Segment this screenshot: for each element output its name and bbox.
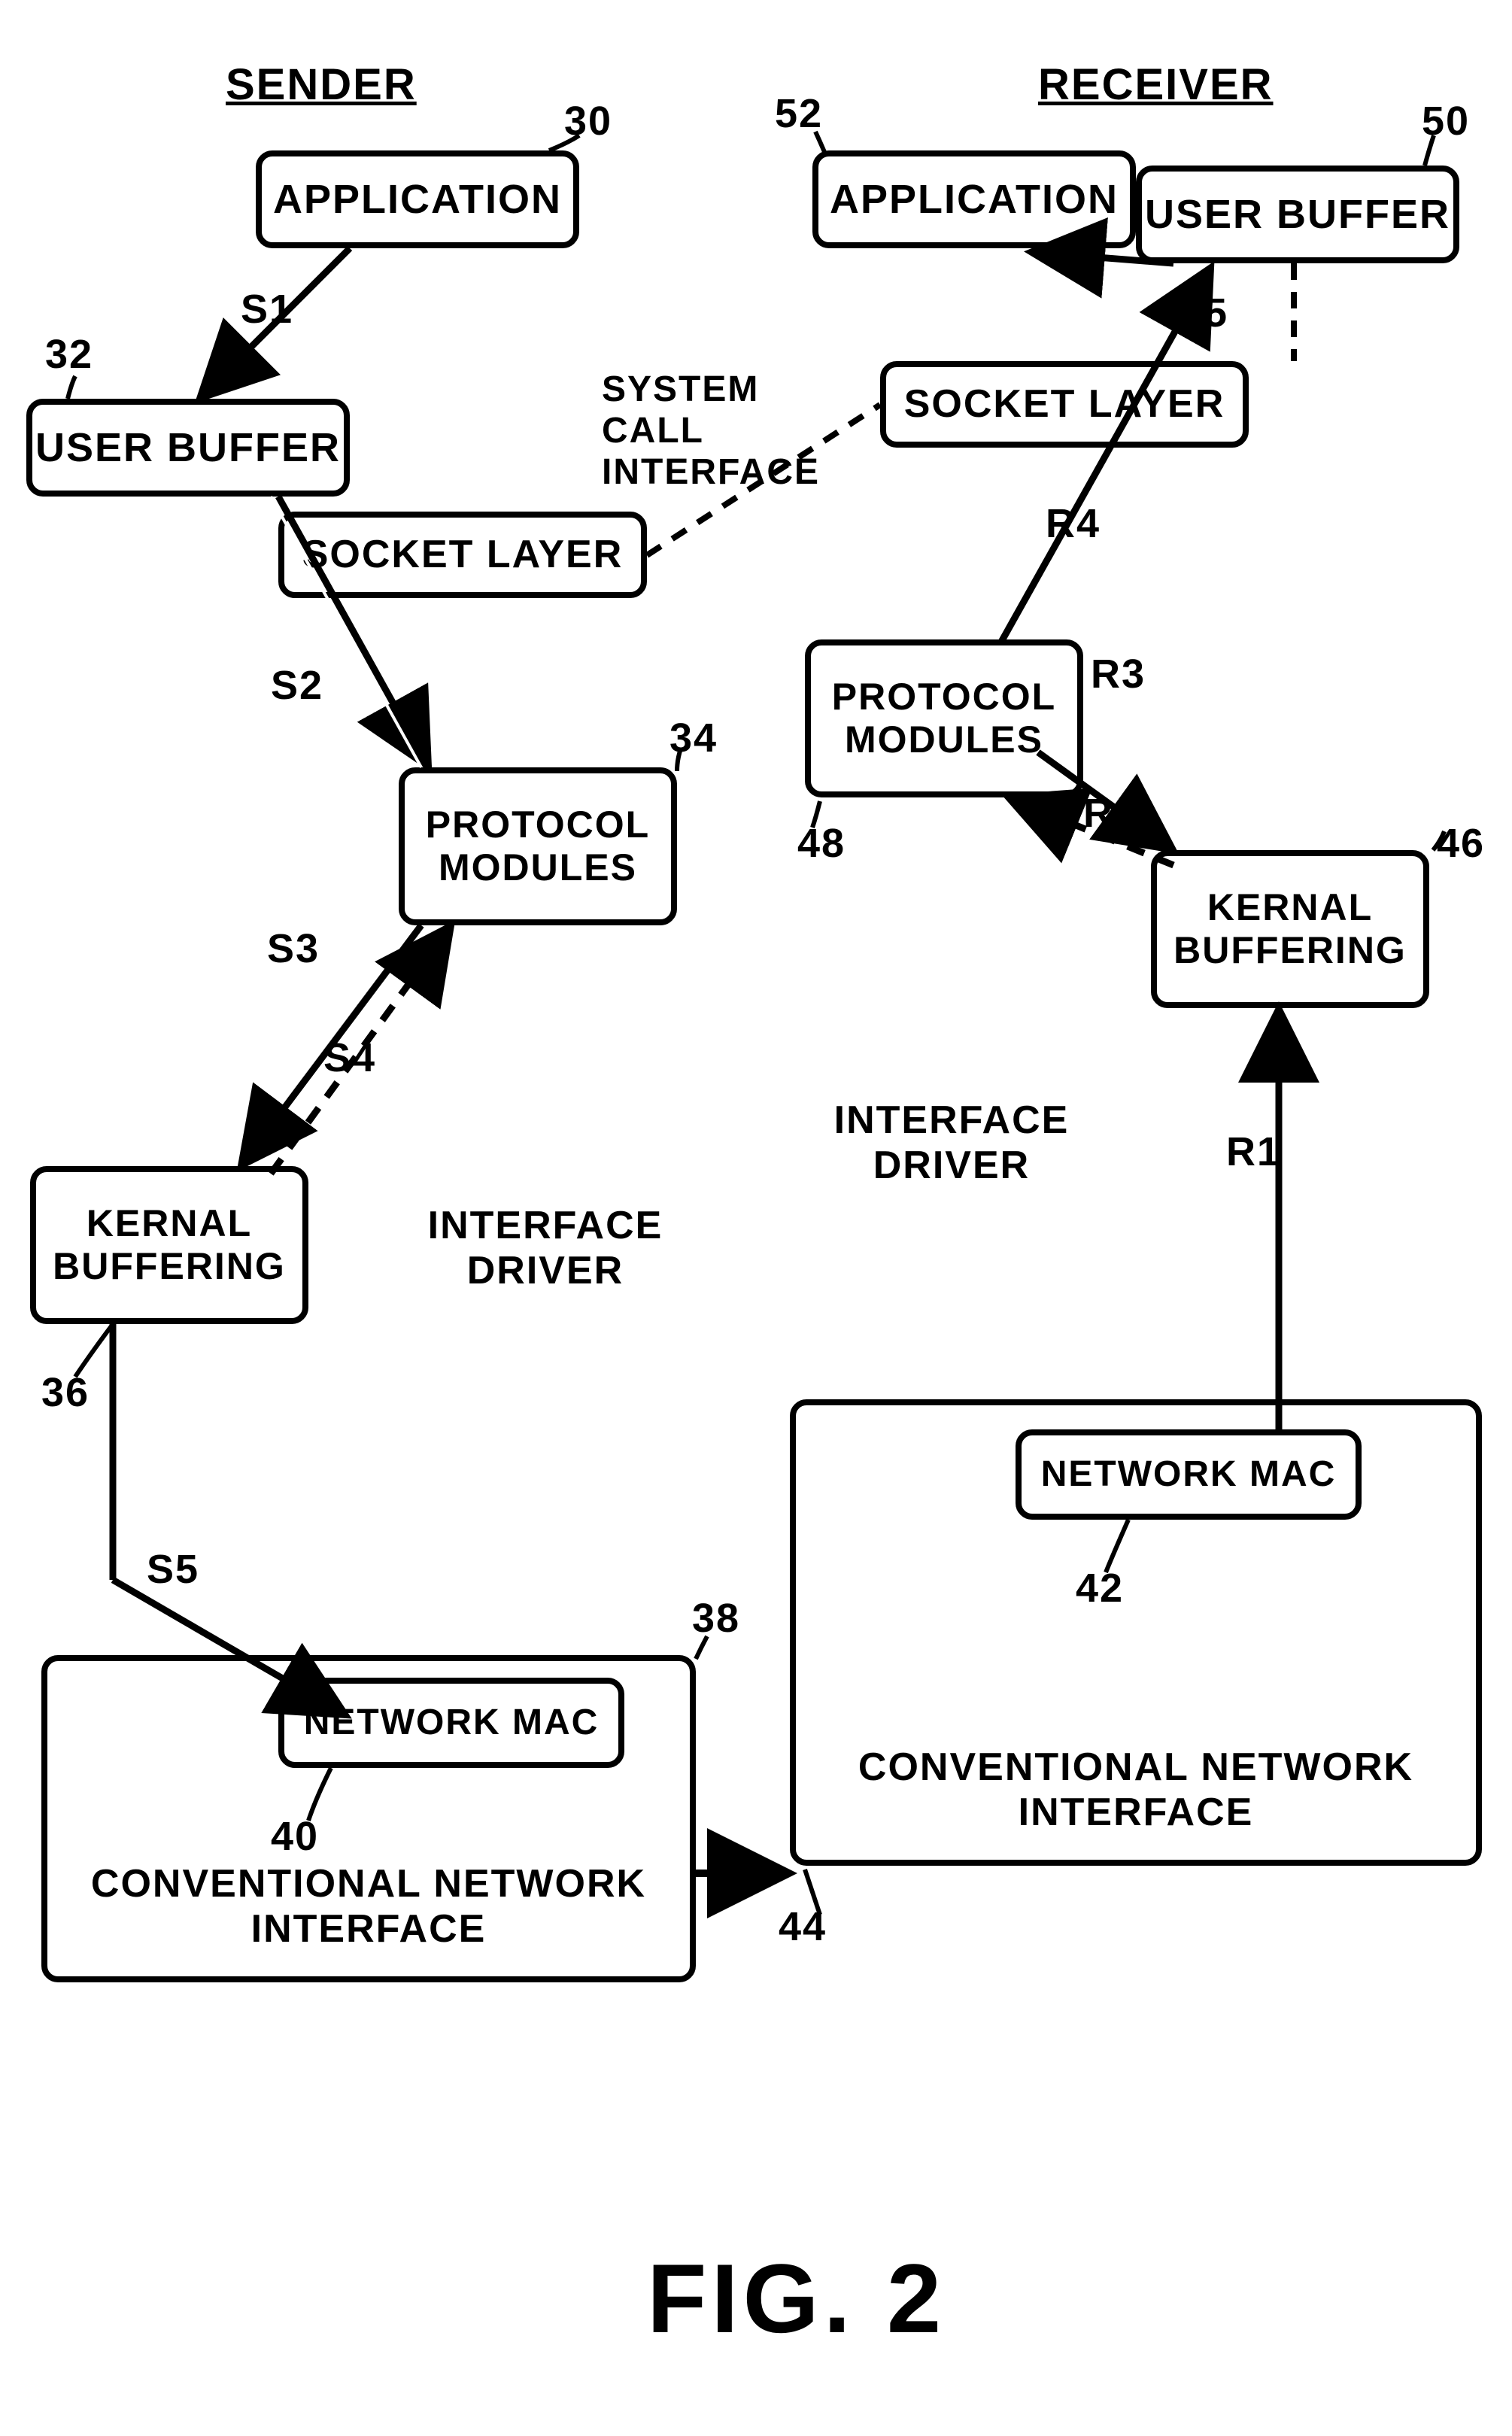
sender-protocol-l1: PROTOCOL [426,803,650,846]
system-call-interface-label: SYSTEM CALL INTERFACE [602,369,918,494]
r5-label: R5 [1173,290,1228,336]
r3-label: R3 [1091,651,1146,697]
s3-label: S3 [267,925,320,972]
ref-36: 36 [41,1369,90,1416]
sci-l1: SYSTEM [602,369,759,409]
receiver-ifd-l2: DRIVER [873,1144,1030,1187]
ref-40: 40 [271,1813,319,1860]
receiver-interface-driver-label: INTERFACE DRIVER [812,1098,1091,1189]
ref-42: 42 [1076,1565,1124,1611]
sender-ifd-l2: DRIVER [467,1249,624,1292]
receiver-title: RECEIVER [1038,60,1274,111]
receiver-socket-layer-box: SOCKET LAYER [880,361,1249,448]
s2-label: S2 [271,662,323,709]
sender-protocol-modules-box: PROTOCOL MODULES [399,767,677,925]
sender-ifd-l1: INTERFACE [428,1204,663,1247]
receiver-protocol-l2: MODULES [845,718,1043,761]
s5-label: S5 [147,1546,199,1593]
sender-user-buffer-box: USER BUFFER [26,399,350,497]
ref-38: 38 [692,1595,740,1642]
sender-kb-l2: BUFFERING [53,1245,286,1287]
sci-l2: CALL INTERFACE [602,411,820,492]
ref-52: 52 [775,90,823,137]
ref-34: 34 [669,715,718,761]
receiver-network-mac-box: NETWORK MAC [1016,1429,1362,1520]
sender-network-mac-box: NETWORK MAC [278,1678,624,1768]
s1-label: S1 [241,286,293,333]
r1-label: R1 [1226,1128,1281,1175]
r2-label: R2 [1083,790,1138,837]
receiver-protocol-modules-box: PROTOCOL MODULES [805,639,1083,797]
receiver-kb-l2: BUFFERING [1173,929,1407,971]
receiver-user-buffer-box: USER BUFFER [1136,166,1459,263]
sender-socket-layer-box: SOCKET LAYER [278,512,647,598]
ref-44: 44 [779,1903,827,1950]
ref-48: 48 [797,820,846,867]
r4-label: R4 [1046,500,1101,547]
sender-conv-net-if-label: CONVENTIONAL NETWORK INTERFACE [47,1862,690,1952]
receiver-ifd-l1: INTERFACE [834,1098,1070,1142]
sender-kb-l1: KERNAL [87,1202,252,1244]
receiver-protocol-l1: PROTOCOL [832,676,1056,718]
sender-interface-driver-label: INTERFACE DRIVER [406,1204,685,1294]
receiver-kernal-buffering-box: KERNAL BUFFERING [1151,850,1429,1008]
ref-50: 50 [1422,98,1470,144]
receiver-kb-l1: KERNAL [1207,886,1373,928]
ref-32: 32 [45,331,93,378]
receiver-application-box: APPLICATION [812,150,1136,248]
sender-application-box: APPLICATION [256,150,579,248]
figure-label: FIG. 2 [647,2242,946,2355]
s4-label: S4 [323,1034,376,1081]
ref-30: 30 [564,98,612,144]
sender-title: SENDER [226,60,417,111]
sender-protocol-l2: MODULES [439,846,637,888]
sender-kernal-buffering-box: KERNAL BUFFERING [30,1166,308,1324]
ref-46: 46 [1437,820,1485,867]
receiver-conv-net-if-label: CONVENTIONAL NETWORK INTERFACE [796,1745,1476,1836]
